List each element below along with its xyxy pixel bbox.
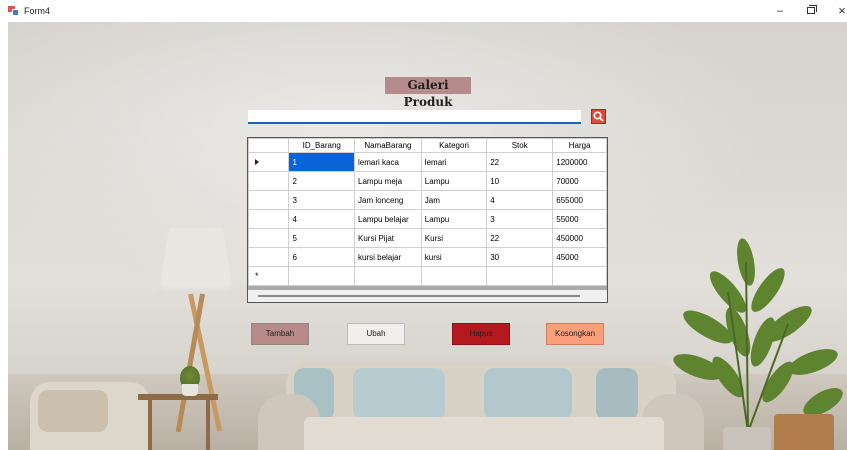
hapus-button[interactable]: Hapus bbox=[452, 323, 510, 345]
column-header-stok[interactable]: Stok bbox=[486, 138, 554, 153]
table-cell[interactable]: 6 bbox=[288, 247, 355, 267]
column-header-nama-barang[interactable]: NamaBarang bbox=[354, 138, 422, 153]
ubah-button[interactable]: Ubah bbox=[347, 323, 405, 345]
table-cell[interactable]: kursi bbox=[420, 247, 488, 267]
app-icon bbox=[8, 6, 19, 16]
table-cell[interactable] bbox=[486, 266, 554, 286]
pillow-image bbox=[353, 368, 445, 420]
new-row[interactable]: * bbox=[248, 266, 607, 286]
table-cell[interactable] bbox=[420, 266, 488, 286]
table-cell[interactable]: kursi belajar bbox=[354, 247, 422, 267]
minimize-button[interactable]: – bbox=[765, 3, 795, 19]
row-header[interactable] bbox=[248, 209, 290, 229]
window-title: Form4 bbox=[24, 6, 51, 16]
row-header[interactable] bbox=[248, 228, 290, 248]
table-row[interactable]: 4 Lampu belajar Lampu 3 55000 bbox=[248, 209, 607, 229]
table-cell[interactable]: 45000 bbox=[552, 247, 607, 267]
title-bar: Form4 – × bbox=[0, 0, 847, 22]
basket-image bbox=[774, 414, 834, 450]
row-header-corner bbox=[248, 138, 290, 153]
table-cell[interactable]: Lampu belajar bbox=[354, 209, 422, 229]
table-cell[interactable] bbox=[288, 266, 355, 286]
table-cell[interactable]: Kursi bbox=[420, 228, 488, 248]
table-cell[interactable]: 450000 bbox=[552, 228, 607, 248]
table-cell[interactable]: Lampu bbox=[420, 171, 488, 191]
table-cell[interactable]: 5 bbox=[288, 228, 355, 248]
current-row-arrow-icon bbox=[255, 158, 259, 165]
close-button[interactable]: × bbox=[827, 3, 847, 19]
table-row[interactable]: 1 lemari kaca lemari 22 1200000 bbox=[248, 152, 607, 172]
search-icon bbox=[593, 111, 604, 122]
lamp-image bbox=[158, 228, 234, 294]
page-title: Galeri Produk bbox=[385, 77, 471, 109]
table-cell[interactable]: Kursi Pijat bbox=[354, 228, 422, 248]
table-row[interactable]: 3 Jam lonceng Jam 4 655000 bbox=[248, 190, 607, 210]
table-row[interactable]: 5 Kursi Pijat Kursi 22 450000 bbox=[248, 228, 607, 248]
table-cell[interactable]: 55000 bbox=[552, 209, 607, 229]
row-header[interactable] bbox=[248, 171, 290, 191]
table-cell[interactable]: 22 bbox=[486, 152, 554, 172]
table-cell[interactable]: 4 bbox=[486, 190, 554, 210]
table-cell[interactable]: 655000 bbox=[552, 190, 607, 210]
table-cell[interactable]: Lampu bbox=[420, 209, 488, 229]
table-cell[interactable]: Jam bbox=[420, 190, 488, 210]
plant-pot-image bbox=[723, 427, 771, 450]
row-header[interactable] bbox=[248, 152, 290, 172]
table-cell[interactable]: 10 bbox=[486, 171, 554, 191]
table-row[interactable]: 6 kursi belajar kursi 30 45000 bbox=[248, 247, 607, 267]
table-cell[interactable]: Jam lonceng bbox=[354, 190, 422, 210]
kosongkan-button[interactable]: Kosongkan bbox=[546, 323, 604, 345]
new-row-marker: * bbox=[255, 271, 259, 281]
table-cell[interactable]: 3 bbox=[486, 209, 554, 229]
search-input[interactable] bbox=[248, 110, 581, 124]
scrollbar-thumb[interactable] bbox=[258, 295, 580, 297]
column-header-kategori[interactable]: Kategori bbox=[420, 138, 488, 153]
pillow-image bbox=[596, 368, 638, 420]
table-cell[interactable]: 1200000 bbox=[552, 152, 607, 172]
table-cell[interactable]: 2 bbox=[288, 171, 355, 191]
horizontal-scrollbar[interactable] bbox=[248, 290, 607, 302]
grid-header-row: ID_Barang NamaBarang Kategori Stok Harga bbox=[248, 138, 607, 153]
maximize-button[interactable] bbox=[796, 3, 826, 19]
tambah-button[interactable]: Tambah bbox=[251, 323, 309, 345]
row-header[interactable]: * bbox=[248, 266, 290, 286]
column-header-id-barang[interactable]: ID_Barang bbox=[288, 138, 355, 153]
row-header[interactable] bbox=[248, 247, 290, 267]
table-cell[interactable]: 30 bbox=[486, 247, 554, 267]
table-cell[interactable]: 70000 bbox=[552, 171, 607, 191]
table-cell[interactable]: Lampu meja bbox=[354, 171, 422, 191]
column-header-harga[interactable]: Harga bbox=[552, 138, 607, 153]
table-cell[interactable]: 3 bbox=[288, 190, 355, 210]
search-button[interactable] bbox=[591, 109, 606, 124]
product-data-grid[interactable]: ID_Barang NamaBarang Kategori Stok Harga… bbox=[247, 137, 608, 303]
restore-icon bbox=[807, 5, 817, 14]
table-cell[interactable]: lemari kaca bbox=[354, 152, 422, 172]
table-cell[interactable]: 22 bbox=[486, 228, 554, 248]
row-header[interactable] bbox=[248, 190, 290, 210]
table-cell[interactable]: 4 bbox=[288, 209, 355, 229]
pillow-image bbox=[484, 368, 572, 420]
table-cell[interactable]: lemari bbox=[420, 152, 488, 172]
table-cell[interactable] bbox=[354, 266, 422, 286]
table-row[interactable]: 2 Lampu meja Lampu 10 70000 bbox=[248, 171, 607, 191]
table-cell[interactable] bbox=[552, 266, 607, 286]
table-cell[interactable]: 1 bbox=[288, 152, 355, 172]
